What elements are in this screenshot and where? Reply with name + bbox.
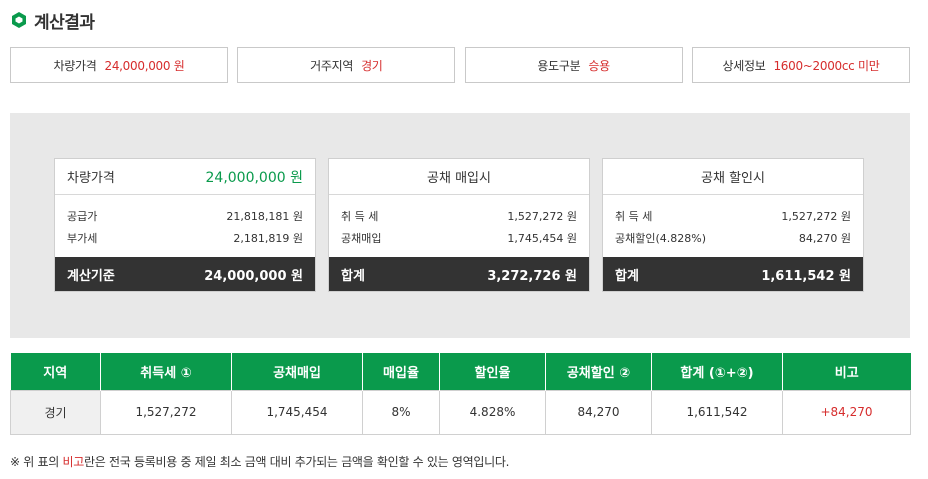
row-value: 1,745,454 원 <box>507 232 577 245</box>
footnote-prefix: ※ 위 표의 <box>10 455 63 469</box>
summary-value: 1600~2000cc 미만 <box>773 58 880 73</box>
summary-value: 경기 <box>361 58 383 73</box>
table-header-row: 지역 취득세 ① 공채매입 매입율 할인율 공채할인 ② 합계 (①+②) 비고 <box>10 353 911 390</box>
footnote-highlight: 비고 <box>62 455 85 469</box>
card-row: 공채매입 1,745,454 원 <box>341 227 577 249</box>
card-footer: 합계 1,611,542 원 <box>603 257 863 291</box>
card-row: 부가세 2,181,819 원 <box>67 227 303 249</box>
summary-label: 용도구분 <box>537 58 581 73</box>
hexagon-icon <box>12 12 26 28</box>
card-title: 차량가격 <box>67 171 115 186</box>
bond-purchase-card: 공채 매입시 취 득 세 1,527,272 원 공채매입 1,745,454 … <box>328 158 590 292</box>
row-label: 공채할인(4.828%) <box>615 232 707 245</box>
row-label: 공채매입 <box>341 232 382 245</box>
footnote-suffix: 란은 전국 등록비용 중 제일 최소 금액 대비 추가되는 금액을 확인할 수 … <box>84 455 510 469</box>
table-cell: 경기 <box>10 389 101 435</box>
row-label: 취 득 세 <box>615 210 653 223</box>
footer-value: 3,272,726 원 <box>487 268 577 284</box>
card-total: 24,000,000 원 <box>205 169 304 186</box>
summary-label: 거주지역 <box>310 58 354 73</box>
row-value: 84,270 원 <box>798 232 851 245</box>
page-title-row: 계산결과 <box>10 8 95 33</box>
row-label: 취 득 세 <box>341 210 379 223</box>
row-value: 1,527,272 원 <box>781 210 851 223</box>
summary-row: 차량가격 24,000,000 원 거주지역 경기 용도구분 승용 상세정보 1… <box>10 47 910 83</box>
footnote: ※ 위 표의 비고란은 전국 등록비용 중 제일 최소 금액 대비 추가되는 금… <box>10 453 509 470</box>
summary-value: 24,000,000 원 <box>104 58 185 73</box>
footer-value: 1,611,542 원 <box>761 268 851 284</box>
column-header: 매입율 <box>362 353 440 390</box>
summary-label: 상세정보 <box>722 58 766 73</box>
table-cell: 1,527,272 <box>100 389 232 435</box>
card-body: 취 득 세 1,527,272 원 공채매입 1,745,454 원 <box>329 195 589 258</box>
summary-label: 차량가격 <box>53 58 97 73</box>
result-table: 지역 취득세 ① 공채매입 매입율 할인율 공채할인 ② 합계 (①+②) 비고… <box>10 353 911 435</box>
card-body: 취 득 세 1,527,272 원 공채할인(4.828%) 84,270 원 <box>603 195 863 258</box>
card-footer: 합계 3,272,726 원 <box>329 257 589 291</box>
summary-detail: 상세정보 1600~2000cc 미만 <box>691 47 910 83</box>
card-row: 공급가 21,818,181 원 <box>67 205 303 227</box>
summary-vehicle-price: 차량가격 24,000,000 원 <box>10 47 228 83</box>
summary-usage: 용도구분 승용 <box>464 47 683 83</box>
card-header: 공채 할인시 <box>603 159 863 195</box>
table-cell: 1,745,454 <box>231 389 363 435</box>
card-row: 공채할인(4.828%) 84,270 원 <box>615 227 851 249</box>
vehicle-price-card: 차량가격 24,000,000 원 공급가 21,818,181 원 부가세 2… <box>54 158 316 292</box>
card-row: 취 득 세 1,527,272 원 <box>341 205 577 227</box>
column-header: 지역 <box>10 353 101 390</box>
table-cell: 84,270 <box>545 389 652 435</box>
column-header: 합계 (①+②) <box>651 353 783 390</box>
row-value: 21,818,181 원 <box>226 210 303 223</box>
footer-label: 합계 <box>341 268 365 284</box>
card-header: 차량가격 24,000,000 원 <box>55 159 315 195</box>
card-title: 공채 매입시 <box>427 171 491 186</box>
column-header: 공채매입 <box>231 353 363 390</box>
card-row: 취 득 세 1,527,272 원 <box>615 205 851 227</box>
card-body: 공급가 21,818,181 원 부가세 2,181,819 원 <box>55 195 315 258</box>
row-label: 부가세 <box>67 232 98 245</box>
card-title: 공채 할인시 <box>701 171 765 186</box>
summary-value: 승용 <box>588 58 610 73</box>
table-cell-remark: +84,270 <box>782 389 911 435</box>
column-header: 취득세 ① <box>100 353 232 390</box>
page-title: 계산결과 <box>34 12 95 33</box>
summary-region: 거주지역 경기 <box>237 47 456 83</box>
table-row: 경기 1,527,272 1,745,454 8% 4.828% 84,270 … <box>10 389 911 435</box>
column-header: 공채할인 ② <box>545 353 652 390</box>
table-cell: 8% <box>362 389 440 435</box>
footer-value: 24,000,000 원 <box>204 268 303 284</box>
column-header: 할인율 <box>439 353 546 390</box>
footer-label: 계산기준 <box>67 268 115 284</box>
row-value: 1,527,272 원 <box>507 210 577 223</box>
card-header: 공채 매입시 <box>329 159 589 195</box>
row-label: 공급가 <box>67 210 98 223</box>
bond-discount-card: 공채 할인시 취 득 세 1,527,272 원 공채할인(4.828%) 84… <box>602 158 864 292</box>
table-cell: 1,611,542 <box>651 389 783 435</box>
table-cell: 4.828% <box>439 389 546 435</box>
row-value: 2,181,819 원 <box>233 232 303 245</box>
footer-label: 합계 <box>615 268 639 284</box>
column-header: 비고 <box>782 353 911 390</box>
card-footer: 계산기준 24,000,000 원 <box>55 257 315 291</box>
calculation-panel: 차량가격 24,000,000 원 공급가 21,818,181 원 부가세 2… <box>10 113 910 338</box>
